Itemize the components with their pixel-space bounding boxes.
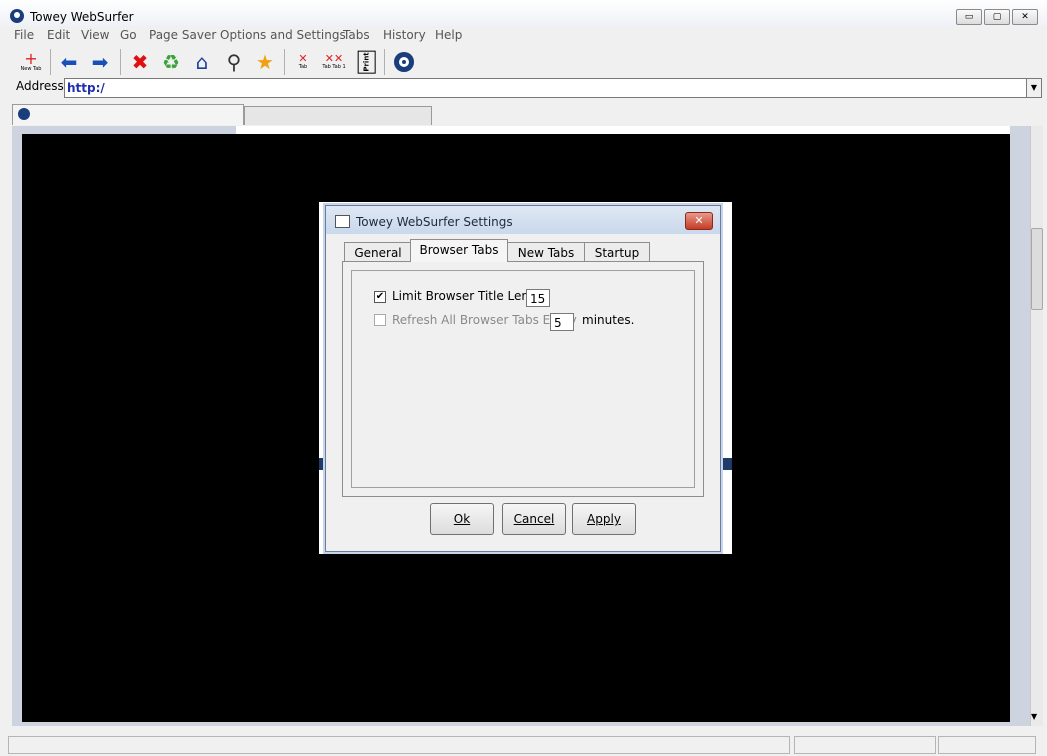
print-label: Print bbox=[358, 50, 376, 74]
scroll-down-icon[interactable]: ▼ bbox=[1031, 712, 1037, 721]
close-tab-button[interactable]: ✕ Tab bbox=[290, 49, 316, 75]
status-segment-main bbox=[8, 736, 790, 754]
close-tab-label: Tab bbox=[298, 64, 308, 70]
forward-arrow-icon[interactable]: ➡ bbox=[87, 49, 113, 75]
stop-icon[interactable]: ✖ bbox=[127, 49, 153, 75]
minimize-button[interactable]: ▭ bbox=[956, 9, 982, 25]
settings-group: ✔ Limit Browser Title Length 15 Refresh … bbox=[351, 270, 695, 488]
tab-browser-tabs[interactable]: Browser Tabs bbox=[410, 239, 508, 262]
browser-tab-1[interactable] bbox=[12, 104, 244, 125]
address-value: http:/ bbox=[67, 81, 105, 95]
refresh-tabs-checkbox[interactable] bbox=[374, 314, 386, 326]
tab-general[interactable]: General bbox=[344, 242, 412, 261]
home-icon[interactable]: ⌂ bbox=[189, 49, 215, 75]
title-length-input[interactable]: 15 bbox=[526, 289, 550, 307]
menu-edit[interactable]: Edit bbox=[47, 28, 70, 42]
menu-view[interactable]: View bbox=[81, 28, 109, 42]
app-logo-icon bbox=[10, 9, 24, 23]
close-tabs-icon: ✕✕ bbox=[324, 52, 344, 65]
address-input[interactable]: http:/ bbox=[64, 78, 1028, 98]
apply-button[interactable]: Apply bbox=[572, 503, 636, 535]
address-label: Address: bbox=[16, 79, 68, 93]
websurfer-logo-icon[interactable] bbox=[391, 49, 417, 75]
refresh-icon[interactable]: ♻ bbox=[158, 49, 184, 75]
close-all-tabs-button[interactable]: ✕✕ Tab Tab 1 bbox=[321, 49, 347, 75]
tab-panel-browser-tabs: ✔ Limit Browser Title Length 15 Refresh … bbox=[342, 261, 704, 497]
menu-page-saver[interactable]: Page Saver bbox=[149, 28, 216, 42]
menu-tabs[interactable]: Tabs bbox=[343, 28, 370, 42]
close-window-button[interactable]: ✕ bbox=[1012, 9, 1038, 25]
maximize-button[interactable]: ▢ bbox=[984, 9, 1010, 25]
back-arrow-icon[interactable]: ⬅ bbox=[56, 49, 82, 75]
new-tab-button[interactable]: + New Tab bbox=[18, 49, 44, 75]
toolbar: + New Tab ⬅ ➡ ✖ ♻ ⌂ ⚲ ★ ✕ Tab ✕✕ Tab Tab… bbox=[0, 44, 1047, 78]
window-title: Towey WebSurfer bbox=[30, 10, 134, 24]
address-dropdown-icon[interactable]: ▼ bbox=[1026, 78, 1042, 98]
menu-options-settings[interactable]: Options and Settings bbox=[220, 28, 346, 42]
favorites-star-icon[interactable]: ★ bbox=[252, 49, 278, 75]
status-segment-3 bbox=[938, 736, 1036, 754]
menu-go[interactable]: Go bbox=[120, 28, 137, 42]
tab-new-tabs[interactable]: New Tabs bbox=[506, 242, 586, 261]
print-button[interactable]: Print bbox=[354, 49, 380, 75]
browser-tab-2[interactable] bbox=[244, 106, 432, 125]
cancel-button[interactable]: Cancel bbox=[502, 503, 566, 535]
close-tab-icon: ✕ bbox=[298, 52, 308, 65]
dialog-close-button[interactable]: ✕ bbox=[685, 212, 713, 230]
menu-help[interactable]: Help bbox=[435, 28, 462, 42]
menu-history[interactable]: History bbox=[383, 28, 426, 42]
dialog-title: Towey WebSurfer Settings bbox=[356, 215, 513, 229]
close-tabs-label: Tab Tab 1 bbox=[322, 64, 346, 70]
status-segment-2 bbox=[794, 736, 936, 754]
dialog-window-icon bbox=[335, 215, 350, 228]
tab-logo-icon bbox=[18, 108, 30, 120]
search-icon[interactable]: ⚲ bbox=[221, 49, 247, 75]
plus-icon: + bbox=[24, 49, 38, 68]
refresh-interval-input[interactable]: 5 bbox=[550, 313, 574, 331]
limit-title-checkbox[interactable]: ✔ bbox=[374, 291, 386, 303]
settings-dialog: Towey WebSurfer Settings ✕ General Brows… bbox=[325, 205, 721, 552]
vertical-scrollbar[interactable] bbox=[1030, 126, 1043, 726]
menu-bar: File Edit View Go Page Saver Options and… bbox=[0, 26, 1047, 44]
tab-startup[interactable]: Startup bbox=[584, 242, 650, 261]
refresh-unit-label: minutes. bbox=[582, 313, 635, 327]
menu-file[interactable]: File bbox=[14, 28, 34, 42]
scrollbar-thumb[interactable] bbox=[1031, 228, 1043, 310]
new-tab-label: New Tab bbox=[20, 66, 42, 72]
title-bar bbox=[0, 0, 1047, 26]
ok-button[interactable]: Ok bbox=[430, 503, 494, 535]
